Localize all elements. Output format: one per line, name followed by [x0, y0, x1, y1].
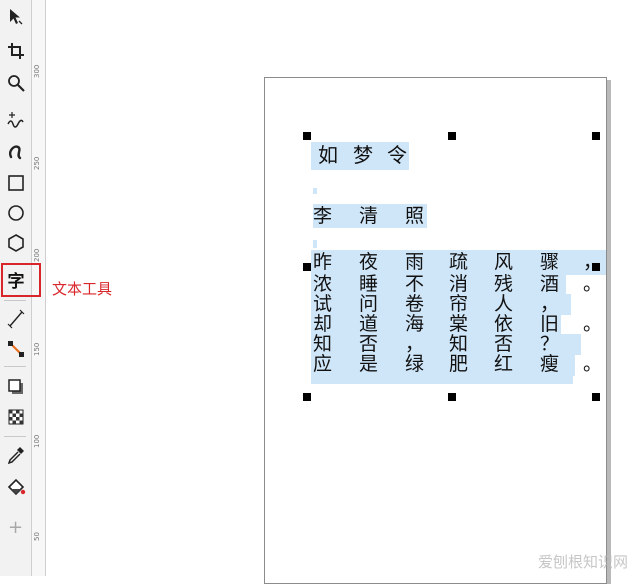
- poem-char: 卷: [405, 293, 425, 315]
- connector-tool-icon[interactable]: [3, 336, 29, 362]
- poem-char: 消: [449, 273, 469, 295]
- poem-char: 依: [494, 313, 514, 335]
- crop-tool-icon[interactable]: [3, 38, 29, 64]
- poem-char: ？: [540, 333, 560, 355]
- poem-char: 雨: [405, 251, 425, 273]
- poem-char: 知: [313, 333, 333, 355]
- poem-char: 肥: [449, 353, 469, 375]
- poem-char: 是: [359, 353, 379, 375]
- ruler-label: 100: [33, 434, 41, 448]
- pick-tool-icon[interactable]: [3, 4, 29, 30]
- selection-highlight: [311, 274, 566, 295]
- selection-highlight: [313, 240, 317, 248]
- selection-handle-bottom-left[interactable]: [303, 393, 311, 401]
- selection-highlight: [311, 314, 561, 335]
- poem-char: 否: [494, 333, 514, 355]
- poem-char: 旧: [540, 313, 560, 335]
- poem-char: 海: [405, 313, 425, 335]
- document-page[interactable]: 如 梦 令 李 清 照 昨 夜 雨 疏 风 骤 ， 浓 睡 不 消 残 酒 。 …: [264, 77, 607, 584]
- add-tool-icon[interactable]: +: [8, 517, 23, 538]
- eyedropper-tool-icon[interactable]: [3, 442, 29, 468]
- poem-title-char: 如: [318, 143, 338, 167]
- poem-char: 疏: [449, 251, 469, 273]
- selection-highlight: [313, 188, 317, 194]
- poem-char: 却: [313, 313, 333, 335]
- poem-char: ，: [405, 333, 425, 355]
- poem-char: 酒: [540, 273, 560, 295]
- interactive-fill-tool-icon[interactable]: [3, 474, 29, 500]
- text-tool-annotation: 文本工具: [52, 280, 113, 298]
- poem-char: 应: [313, 353, 333, 375]
- ruler-label: 300: [33, 64, 41, 78]
- zoom-tool-icon[interactable]: [3, 70, 29, 96]
- poem-char: 风: [494, 251, 514, 273]
- poem-char: 问: [359, 293, 379, 315]
- poem-char: 。: [583, 313, 603, 335]
- poem-author-char: 照: [405, 205, 425, 227]
- watermark: 爱刨根知识网: [537, 553, 628, 571]
- poem-char: 道: [359, 313, 379, 335]
- poem-char: 试: [313, 293, 333, 315]
- polygon-tool-icon[interactable]: [3, 230, 29, 256]
- toolbox-divider: [4, 436, 26, 437]
- drop-shadow-tool-icon[interactable]: [3, 374, 29, 400]
- selection-handle-bottom-center[interactable]: [448, 393, 456, 401]
- poem-author-char: 清: [359, 205, 379, 227]
- selection-handle-top-left[interactable]: [303, 132, 311, 140]
- text-tool-highlight-box: [1, 263, 41, 297]
- poem-char: ，: [540, 293, 560, 315]
- selection-handle-middle-right[interactable]: [592, 263, 600, 271]
- poem-char: 绿: [405, 353, 425, 375]
- artistic-media-icon[interactable]: [3, 138, 29, 164]
- poem-char: 骤: [540, 251, 560, 273]
- poem-char: 。: [583, 273, 603, 295]
- toolbox-divider: [4, 366, 26, 367]
- selection-highlight: [311, 370, 573, 384]
- poem-char: 昨: [313, 251, 333, 273]
- ruler-label: 150: [33, 342, 41, 356]
- ruler-label: 200: [33, 248, 41, 262]
- poem-char: 浓: [313, 273, 333, 295]
- poem-char: 夜: [359, 251, 379, 273]
- poem-title-char: 梦: [353, 143, 373, 167]
- poem-char: 知: [449, 333, 469, 355]
- rectangle-tool-icon[interactable]: [3, 170, 29, 196]
- poem-char: 不: [405, 273, 425, 295]
- ruler-label: 250: [33, 156, 41, 170]
- poem-title-char: 令: [387, 143, 407, 167]
- transparency-tool-icon[interactable]: [3, 404, 29, 430]
- poem-char: 残: [494, 273, 514, 295]
- selection-handle-top-right[interactable]: [592, 132, 600, 140]
- selection-highlight: [311, 294, 571, 315]
- poem-char: 棠: [449, 313, 469, 335]
- toolbox-divider: [4, 300, 26, 301]
- selection-handle-middle-left[interactable]: [303, 263, 311, 271]
- selection-handle-top-center[interactable]: [448, 132, 456, 140]
- freehand-tool-icon[interactable]: [3, 106, 29, 132]
- poem-char: 红: [494, 353, 514, 375]
- poem-char: 。: [583, 353, 603, 375]
- ruler-label: 50: [33, 532, 41, 541]
- poem-char: 瘦: [540, 353, 560, 375]
- poem-char: 睡: [359, 273, 379, 295]
- dimension-tool-icon[interactable]: [3, 306, 29, 332]
- poem-author-char: 李: [313, 205, 333, 227]
- poem-char: 否: [359, 333, 379, 355]
- selection-handle-bottom-right[interactable]: [592, 393, 600, 401]
- poem-char: 人: [494, 293, 514, 315]
- poem-char: 帘: [449, 293, 469, 315]
- ellipse-tool-icon[interactable]: [3, 200, 29, 226]
